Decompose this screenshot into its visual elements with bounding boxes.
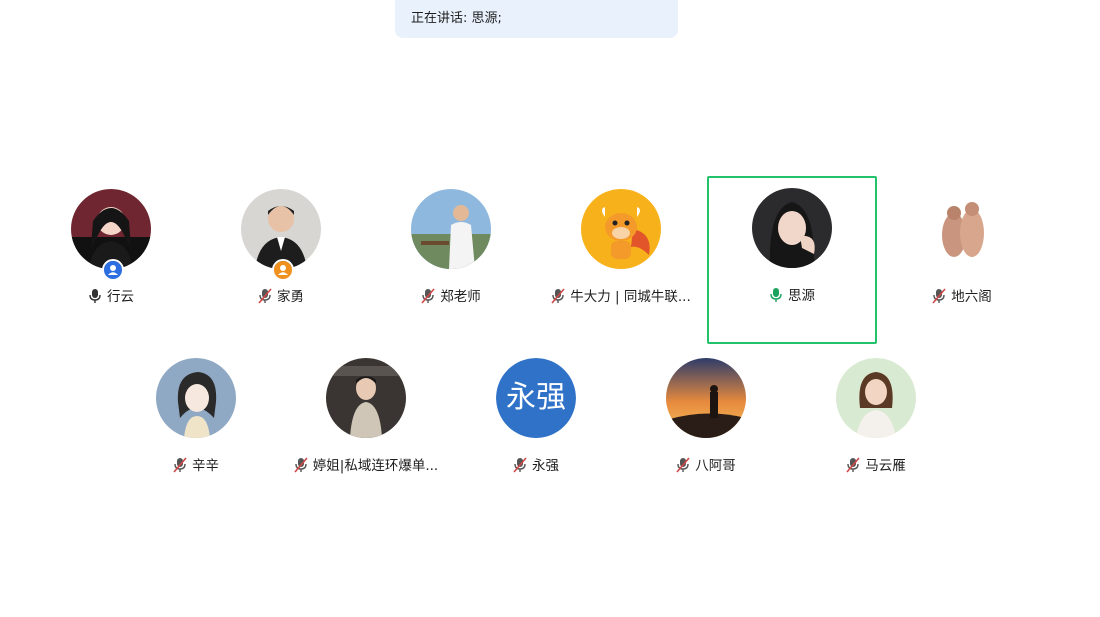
avatar bbox=[241, 189, 321, 269]
microphone-muted-icon bbox=[294, 457, 308, 473]
participant-name-row: 牛大力 | 同城牛联... bbox=[536, 285, 706, 305]
participant-tile-xingyun[interactable]: 行云 bbox=[26, 177, 196, 345]
participant-name-row: 八阿哥 bbox=[621, 454, 791, 474]
microphone-muted-icon bbox=[932, 288, 946, 304]
participant-name-row: 行云 bbox=[26, 285, 196, 305]
participant-name-row: 地六阁 bbox=[877, 285, 1047, 305]
microphone-muted-icon bbox=[173, 457, 187, 473]
avatar bbox=[752, 188, 832, 268]
microphone-muted-icon bbox=[676, 457, 690, 473]
microphone-icon bbox=[88, 288, 102, 304]
participant-name: 家勇 bbox=[277, 289, 304, 305]
participant-name: 行云 bbox=[107, 289, 134, 305]
participant-tile-siyuan[interactable]: 思源 bbox=[707, 176, 877, 344]
host-badge bbox=[102, 259, 124, 281]
user-badge-icon bbox=[274, 261, 292, 279]
speaking-banner: 正在讲话: 思源; bbox=[395, 0, 678, 38]
participant-tile-niudali[interactable]: 牛大力 | 同城牛联... bbox=[536, 177, 706, 345]
microphone-speaking-icon bbox=[769, 287, 783, 303]
avatar bbox=[836, 358, 916, 438]
cohost-badge bbox=[272, 259, 294, 281]
participant-tile-jiayong[interactable]: 家勇 bbox=[196, 177, 366, 345]
participant-name: 思源 bbox=[788, 288, 815, 304]
participant-tile-mayunyan[interactable]: 马云雁 bbox=[791, 346, 961, 514]
avatar: 永强 bbox=[496, 358, 576, 438]
participant-name-row: 马云雁 bbox=[791, 454, 961, 474]
avatar bbox=[71, 189, 151, 269]
participant-name: 辛辛 bbox=[192, 458, 219, 474]
participant-name: 八阿哥 bbox=[695, 458, 736, 474]
participant-name-row: 郑老师 bbox=[366, 285, 536, 305]
participant-name-row: 婷姐|私域连环爆单... bbox=[281, 454, 451, 474]
participant-name-row: 思源 bbox=[709, 284, 875, 304]
user-badge-icon bbox=[104, 261, 122, 279]
participant-tile-xinxin[interactable]: 辛辛 bbox=[111, 346, 281, 514]
participant-tile-tingjie[interactable]: 婷姐|私域连环爆单... bbox=[281, 346, 451, 514]
microphone-muted-icon bbox=[846, 457, 860, 473]
avatar bbox=[411, 189, 491, 269]
participant-name-row: 辛辛 bbox=[111, 454, 281, 474]
participant-tile-zheng[interactable]: 郑老师 bbox=[366, 177, 536, 345]
participant-tile-baage[interactable]: 八阿哥 bbox=[621, 346, 791, 514]
avatar bbox=[156, 358, 236, 438]
avatar bbox=[581, 189, 661, 269]
participant-name-row: 永强 bbox=[451, 454, 621, 474]
avatar-initials: 永强 bbox=[496, 358, 576, 438]
participant-name: 婷姐|私域连环爆单... bbox=[312, 458, 439, 474]
participant-name: 地六阁 bbox=[951, 289, 992, 305]
participant-name: 马云雁 bbox=[865, 458, 906, 474]
participant-name: 郑老师 bbox=[440, 289, 481, 305]
participant-name: 牛大力 | 同城牛联... bbox=[570, 289, 691, 305]
participant-tile-yongqiang[interactable]: 永强 永强 bbox=[451, 346, 621, 514]
microphone-muted-icon bbox=[551, 288, 565, 304]
avatar bbox=[666, 358, 746, 438]
avatar bbox=[922, 189, 1002, 269]
microphone-muted-icon bbox=[258, 288, 272, 304]
microphone-muted-icon bbox=[421, 288, 435, 304]
microphone-muted-icon bbox=[513, 457, 527, 473]
participant-tile-diliuge[interactable]: 地六阁 bbox=[877, 177, 1047, 345]
speaking-banner-text: 正在讲话: 思源; bbox=[411, 11, 502, 26]
participant-name: 永强 bbox=[532, 458, 559, 474]
participant-name-row: 家勇 bbox=[196, 285, 366, 305]
avatar bbox=[326, 358, 406, 438]
